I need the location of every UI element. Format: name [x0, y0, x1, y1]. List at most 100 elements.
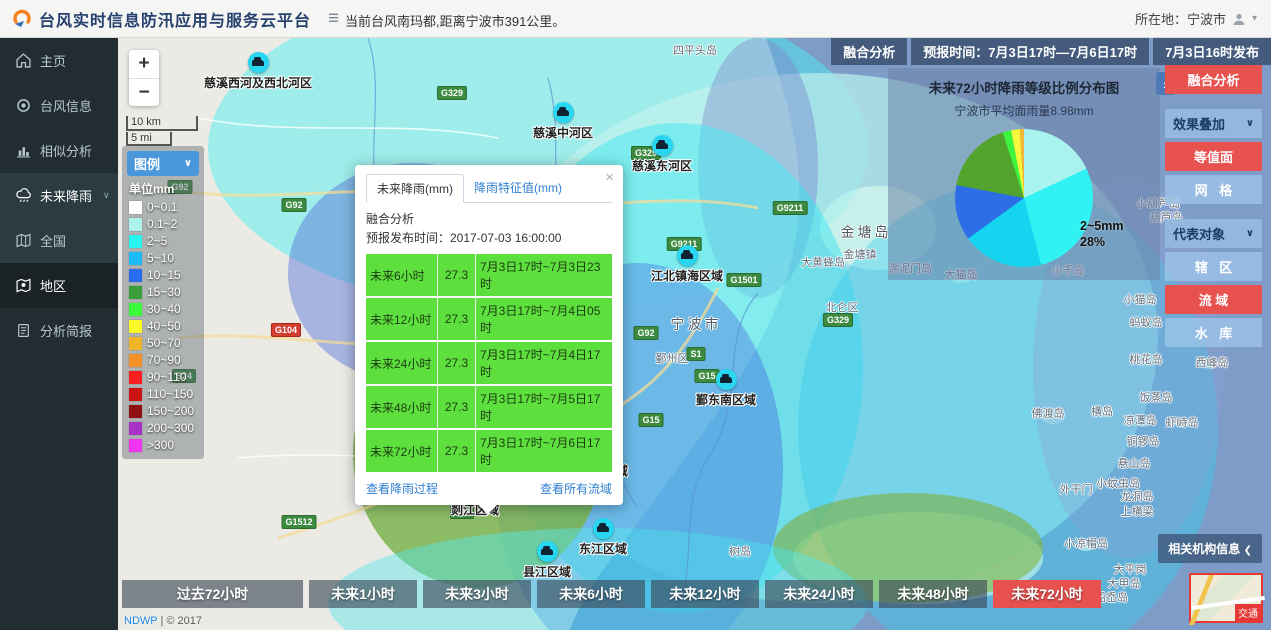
layer-option-button[interactable]: 流 域	[1165, 285, 1262, 314]
hamburger-menu-icon[interactable]: ≡	[328, 8, 339, 30]
basin-marker-icon[interactable]	[247, 52, 268, 73]
minimap-overview[interactable]: 交通	[1189, 573, 1263, 623]
legend-header[interactable]: 图例 ∨	[127, 151, 199, 176]
legend-color-swatch	[129, 388, 142, 401]
tab-rain-features[interactable]: 降雨特征值(mm)	[464, 174, 572, 202]
map-place-label: 鄞州区	[656, 350, 689, 366]
popup-pointer	[479, 505, 497, 523]
range-cell: 7月3日17时~7月4日05时	[476, 298, 612, 340]
legend-row: 2~5	[129, 234, 199, 248]
layer-option-button[interactable]: 水 库	[1165, 318, 1262, 347]
user-caret-icon[interactable]: ▾	[1252, 13, 1257, 24]
range-cell: 7月3日17时~7月3日23时	[476, 254, 612, 296]
basin-marker-icon[interactable]	[651, 135, 672, 156]
layer-group-header-1[interactable]: 代表对象∨	[1165, 219, 1262, 248]
basin-marker[interactable]: 慈溪东河区	[632, 135, 692, 174]
time-button[interactable]: 未来24小时	[765, 580, 873, 608]
sidebar-item-5[interactable]: 地区	[0, 263, 118, 308]
legend-row: 150~200	[129, 404, 199, 418]
sidebar-item-3[interactable]: 未来降雨∨	[0, 173, 118, 218]
basin-marker[interactable]: 东江区域	[579, 518, 627, 557]
legend-color-swatch	[129, 354, 142, 367]
value-cell: 27.3	[438, 342, 476, 384]
forecast-topbar: 融合分析 预报时间：7月3日17时—7月6日17时 7月3日16时发布	[831, 38, 1271, 65]
layer-option-button[interactable]: 辖 区	[1165, 252, 1262, 281]
zoom-in-button[interactable]: +	[129, 50, 159, 78]
map-place-label: 金塘岛	[841, 222, 892, 242]
time-button[interactable]: 未来1小时	[309, 580, 417, 608]
basin-marker-icon[interactable]	[592, 518, 613, 539]
value-cell: 27.3	[438, 254, 476, 296]
value-cell: 27.3	[438, 430, 476, 472]
basin-marker[interactable]: 慈溪西河及西北河区	[204, 52, 312, 91]
legend-row: 110~150	[129, 387, 199, 401]
sidebar-item-2[interactable]: 相似分析	[0, 128, 118, 173]
basin-marker[interactable]: 江北镇海区域	[651, 245, 723, 284]
typhoon-logo-icon	[12, 9, 32, 29]
legend-color-swatch	[129, 320, 142, 333]
basin-marker-icon[interactable]	[552, 102, 573, 123]
map-scale-bar: 10 km 5 mi	[126, 116, 198, 146]
time-button[interactable]: 未来3小时	[423, 580, 531, 608]
rainfall-table-row: 未来24小时27.37月3日17时~7月4日17时	[366, 342, 612, 384]
popup-source: 融合分析	[366, 210, 612, 227]
tab-future-rain[interactable]: 未来降雨(mm)	[366, 174, 464, 203]
road-shield-badge: G329	[437, 86, 467, 100]
time-button[interactable]: 未来72小时	[993, 580, 1101, 608]
rain-level-pie-chart[interactable]	[955, 129, 1093, 267]
user-icon[interactable]	[1232, 12, 1246, 26]
legend-row: 90~110	[129, 370, 199, 384]
legend-color-swatch	[129, 405, 142, 418]
zoom-out-button[interactable]: −	[129, 78, 159, 106]
legend-row: 30~40	[129, 302, 199, 316]
view-rain-process-link[interactable]: 查看降雨过程	[366, 480, 438, 497]
basin-marker[interactable]: 慈溪中河区	[533, 102, 593, 141]
time-button[interactable]: 未来48小时	[879, 580, 987, 608]
rainfall-table-row: 未来48小时27.37月3日17时~7月5日17时	[366, 386, 612, 428]
related-agencies-button[interactable]: 相关机构信息 ❮	[1158, 534, 1262, 563]
road-shield-badge: G9211	[773, 201, 808, 215]
map-canvas[interactable]: 四平头岛金塘岛金塘镇大黄蜂岛涂泥门岛大猫岛小千岛宁波市鄞州区北仑区里锚屿小葫芦岛…	[118, 38, 1271, 630]
time-button[interactable]: 未来6小时	[537, 580, 645, 608]
sidebar-item-1[interactable]: 台风信息	[0, 83, 118, 128]
map-place-label: 桃花岛	[1130, 351, 1163, 367]
time-button[interactable]: 未来12小时	[651, 580, 759, 608]
legend-row: 10~15	[129, 268, 199, 282]
pie-tooltip-label: 2~5mm	[1080, 219, 1123, 235]
ndwp-link[interactable]: NDWP	[124, 615, 157, 627]
legend-range-label: 110~150	[147, 387, 193, 401]
map-place-label: 悬山岛	[1118, 455, 1151, 471]
view-all-basins-link[interactable]: 查看所有流域	[540, 480, 612, 497]
legend-range-label: 200~300	[147, 421, 194, 435]
sidebar-item-6[interactable]: 分析简报	[0, 308, 118, 353]
layer-group-header-0[interactable]: 效果叠加∨	[1165, 109, 1262, 138]
basin-marker-icon[interactable]	[715, 369, 736, 390]
period-cell: 未来6小时	[366, 254, 438, 296]
chevron-left-icon: ❮	[1244, 545, 1252, 556]
scale-mi-label: 5 mi	[126, 132, 172, 146]
bar-chart-icon	[16, 143, 31, 158]
legend-row: 40~50	[129, 319, 199, 333]
basin-marker[interactable]: 县江区域	[523, 541, 571, 580]
close-icon[interactable]: ×	[605, 170, 614, 185]
sidebar-item-0[interactable]: 主页	[0, 38, 118, 83]
road-shield-badge: G1512	[281, 515, 316, 529]
legend-row: 15~30	[129, 285, 199, 299]
layer-option-button[interactable]: 等值面	[1165, 142, 1262, 171]
basin-marker-icon[interactable]	[536, 541, 557, 562]
time-button[interactable]: 过去72小时	[122, 580, 303, 608]
layer-option-button[interactable]: 网 格	[1165, 175, 1262, 204]
pie-tooltip-value: 28%	[1080, 235, 1123, 251]
legend-range-label: 0.1~2	[147, 217, 177, 231]
fusion-analysis-button[interactable]: 融合分析	[1165, 65, 1262, 94]
legend-color-swatch	[129, 252, 142, 265]
basin-marker[interactable]: 鄞东南区域	[696, 369, 756, 408]
map-place-label: 小猫岛	[1124, 291, 1157, 307]
sidebar-item-4[interactable]: 全国	[0, 218, 118, 263]
legend-row: 0~0.1	[129, 200, 199, 214]
legend-unit: 单位mm	[129, 180, 199, 197]
header-right: 所在地：宁波市 ▾	[1135, 9, 1257, 28]
map-place-label: 铜锣岛	[1127, 433, 1160, 449]
basin-marker-icon[interactable]	[676, 245, 697, 266]
road-shield-badge: G15	[638, 413, 663, 427]
